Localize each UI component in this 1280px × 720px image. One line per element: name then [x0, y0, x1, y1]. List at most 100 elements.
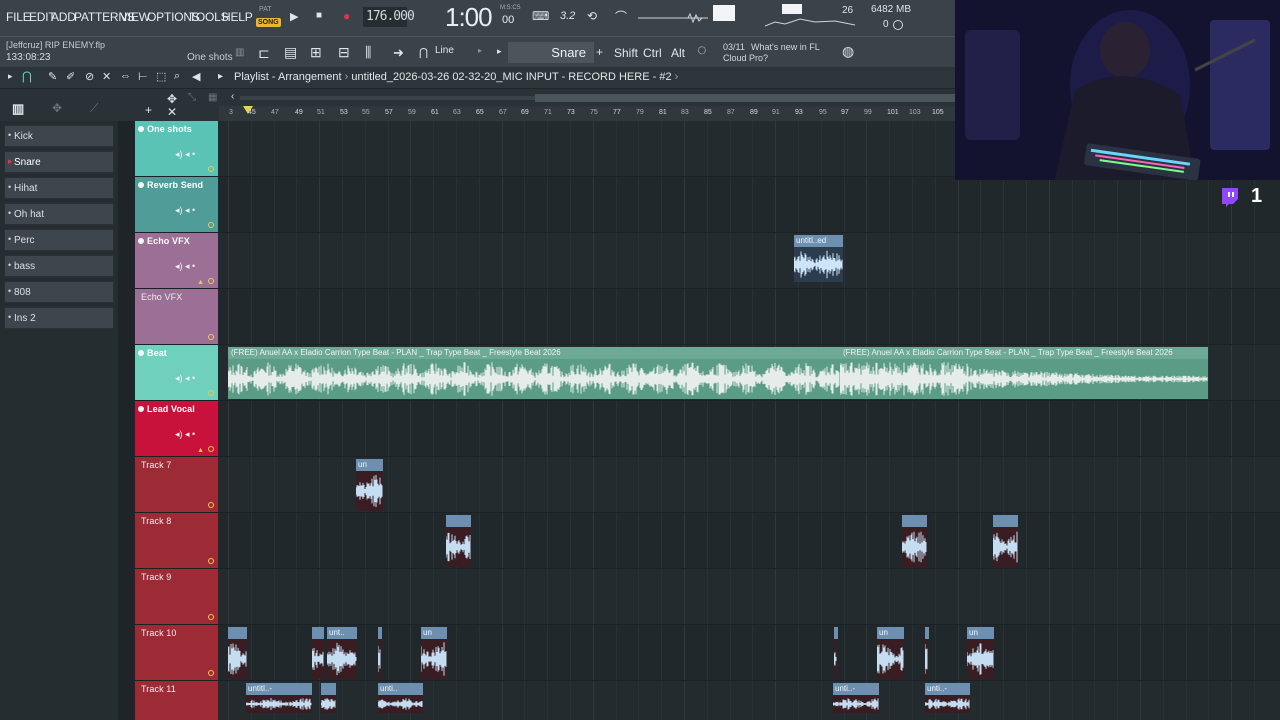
close-icon[interactable]: ✕	[167, 105, 177, 119]
menu-file[interactable]: FILE	[6, 10, 31, 24]
track-header[interactable]: Echo VFX ◂) ◂ • ▲	[135, 233, 218, 289]
zoom-tool-icon[interactable]: ⌕	[174, 70, 180, 83]
clip-title[interactable]	[228, 627, 247, 639]
magnet-snap-icon[interactable]: ⋂	[22, 69, 32, 83]
channel-prev-icon[interactable]: ▸	[497, 46, 502, 57]
clip-title[interactable]	[925, 627, 929, 639]
audio-clip[interactable]: untitl..ed	[793, 235, 843, 282]
clip-title[interactable]: unti..	[378, 683, 423, 695]
track-enable-icon[interactable]	[138, 238, 144, 244]
audio-clip[interactable]	[901, 515, 927, 567]
audio-clip[interactable]	[924, 627, 929, 679]
track-enable-icon[interactable]	[138, 182, 144, 188]
stop-icon[interactable]: ■	[316, 10, 322, 21]
picker-item-bass[interactable]: bass	[4, 255, 114, 277]
scrollbar-thumb[interactable]	[535, 94, 955, 102]
track-header[interactable]: Track 9	[135, 569, 218, 625]
track-lane[interactable]	[218, 177, 1280, 233]
clip-title[interactable]: un	[877, 627, 904, 639]
playlist-icon[interactable]: ▤	[284, 44, 297, 61]
snap-dropdown-icon[interactable]: ▸	[478, 46, 482, 55]
track-header[interactable]: Lead Vocal ◂) ◂ • ▲	[135, 401, 218, 457]
track-name[interactable]: Track 11	[141, 684, 176, 694]
track-name[interactable]: Track 7	[141, 460, 171, 470]
tempo-display[interactable]: 176.000	[363, 7, 415, 27]
picker-item-snare[interactable]: Snare	[4, 151, 114, 173]
track-name[interactable]: Track 9	[141, 572, 171, 582]
piano-icon[interactable]: ▥	[12, 101, 24, 117]
track-name[interactable]: Track 10	[141, 628, 176, 638]
alt-key[interactable]: Alt	[671, 46, 685, 60]
track-record-led[interactable]	[208, 166, 214, 172]
audio-clip[interactable]	[320, 683, 336, 713]
audio-clip[interactable]	[311, 627, 324, 679]
news-title-line2[interactable]: Cloud Pro?	[723, 53, 768, 63]
beat-audio-clip[interactable]: (FREE) Anuel AA x Eladio Carrion Type Be…	[227, 347, 840, 399]
audio-clip[interactable]: un	[966, 627, 994, 679]
recent-files-icon[interactable]: ⊏	[258, 45, 270, 62]
scroll-left-icon[interactable]: ‹	[231, 91, 234, 102]
automation-icon[interactable]: ⟋	[90, 101, 98, 116]
track-controls-icon[interactable]: ◂) ◂ •	[175, 429, 195, 440]
slip-tool-icon[interactable]: ⇔	[120, 70, 131, 82]
beat-audio-clip[interactable]: (FREE) Anuel AA x Eladio Carrion Type Be…	[839, 347, 1208, 399]
track-record-led[interactable]	[208, 222, 214, 228]
mute-tool-icon[interactable]: ✕	[102, 70, 111, 83]
audio-clip[interactable]	[833, 627, 838, 679]
track-header[interactable]: Echo VFX	[135, 289, 218, 345]
picker-item-kick[interactable]: Kick	[4, 125, 114, 147]
pattern-icon[interactable]: ✥	[52, 101, 62, 115]
track-controls-icon[interactable]: ◂) ◂ •	[175, 373, 195, 384]
track-name[interactable]: Lead Vocal	[139, 404, 195, 414]
clip-title[interactable]: untitl..ed	[794, 235, 843, 247]
paint-tool-icon[interactable]: ✐	[66, 70, 75, 83]
track-record-led[interactable]	[208, 390, 214, 396]
track-header[interactable]: Track 8	[135, 513, 218, 569]
audio-clip[interactable]: un	[876, 627, 904, 679]
track-lane[interactable]	[218, 233, 1280, 289]
track-record-led[interactable]	[208, 334, 214, 340]
snap-value[interactable]: 3.2	[560, 10, 575, 22]
track-record-led[interactable]	[208, 502, 214, 508]
picker-item-oh-hat[interactable]: Oh hat	[4, 203, 114, 225]
track-enable-icon[interactable]	[138, 350, 144, 356]
playlist-options-arrow-icon[interactable]: ▸	[8, 71, 13, 82]
track-enable-icon[interactable]	[138, 126, 144, 132]
news-title[interactable]: What's new in FL	[751, 42, 820, 52]
clip-title[interactable]: un	[421, 627, 447, 639]
snap-mode-select[interactable]: Line	[435, 45, 454, 56]
picker-item-ins-2[interactable]: Ins 2	[4, 307, 114, 329]
grid-icon[interactable]: ▦	[208, 92, 217, 103]
track-header[interactable]: One shots ◂) ◂ •	[135, 121, 218, 177]
beat-clip-title[interactable]: (FREE) Anuel AA x Eladio Carrion Type Be…	[840, 347, 1208, 359]
slice-tool-icon[interactable]: ⊢	[138, 70, 148, 83]
track-name[interactable]: Track 8	[141, 516, 171, 526]
track-controls-icon[interactable]: ◂) ◂ •	[175, 261, 195, 272]
clip-title[interactable]: unti..-	[833, 683, 879, 695]
loop-record-icon[interactable]: ⟲	[587, 9, 597, 23]
playback-tool-icon[interactable]: ◀	[192, 70, 200, 83]
clip-title[interactable]	[321, 683, 336, 695]
track-lane[interactable]	[218, 401, 1280, 457]
picker-item-perc[interactable]: Perc	[4, 229, 114, 251]
piano-roll-icon[interactable]: ⊞	[310, 44, 322, 61]
timeline-ruler[interactable]: 3 45 47 49 51 53 55 57 59 61 63 65 67 69 71 73 75 77 79 81 8…	[219, 106, 955, 121]
globe-icon[interactable]: ◍	[842, 43, 854, 60]
move-icon[interactable]: ✥	[167, 92, 177, 106]
select-tool-icon[interactable]: ⬚	[156, 70, 166, 83]
track-enable-icon[interactable]	[138, 406, 144, 412]
audio-clip[interactable]: unti..-	[924, 683, 970, 713]
pattern-preview[interactable]	[713, 5, 735, 21]
news-chat-icon[interactable]: ◌	[697, 42, 707, 60]
track-lane[interactable]	[218, 289, 1280, 345]
mixer-icon[interactable]: ⫼	[365, 44, 371, 61]
track-record-led[interactable]	[208, 614, 214, 620]
track-name[interactable]: Echo VFX	[139, 236, 190, 246]
track-record-led[interactable]	[208, 558, 214, 564]
pat-song-toggle[interactable]: PAT SONG	[256, 6, 281, 30]
track-controls-icon[interactable]: ◂) ◂ •	[175, 149, 195, 160]
clip-title[interactable]	[834, 627, 838, 639]
title-arrow-icon[interactable]: ▸	[218, 71, 223, 82]
track-header[interactable]: Track 10	[135, 625, 218, 681]
draw-tool-icon[interactable]: ✎	[48, 70, 57, 83]
